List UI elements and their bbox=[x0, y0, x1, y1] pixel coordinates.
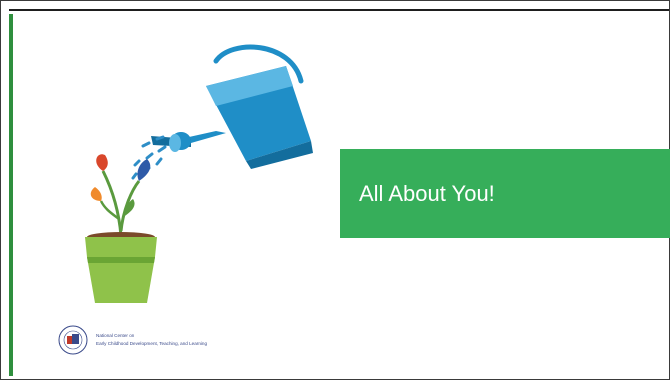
plant-pot-icon bbox=[85, 154, 157, 303]
ohs-seal-icon bbox=[58, 325, 88, 355]
org-line-1: National Center on bbox=[96, 333, 135, 338]
watering-plant-illustration bbox=[85, 44, 313, 303]
footer-logo: National Center on Early Childhood Devel… bbox=[58, 325, 207, 355]
left-accent-bar bbox=[9, 14, 13, 376]
title-banner: All About You! bbox=[340, 149, 670, 238]
slide: All About You! National Center on Early … bbox=[0, 0, 670, 380]
org-line-2: Early Childhood Development, Teaching, a… bbox=[96, 341, 208, 346]
slide-title: All About You! bbox=[359, 180, 495, 206]
org-name: National Center on Early Childhood Devel… bbox=[96, 332, 207, 348]
watering-can-icon bbox=[151, 44, 313, 169]
top-rule bbox=[9, 9, 669, 11]
